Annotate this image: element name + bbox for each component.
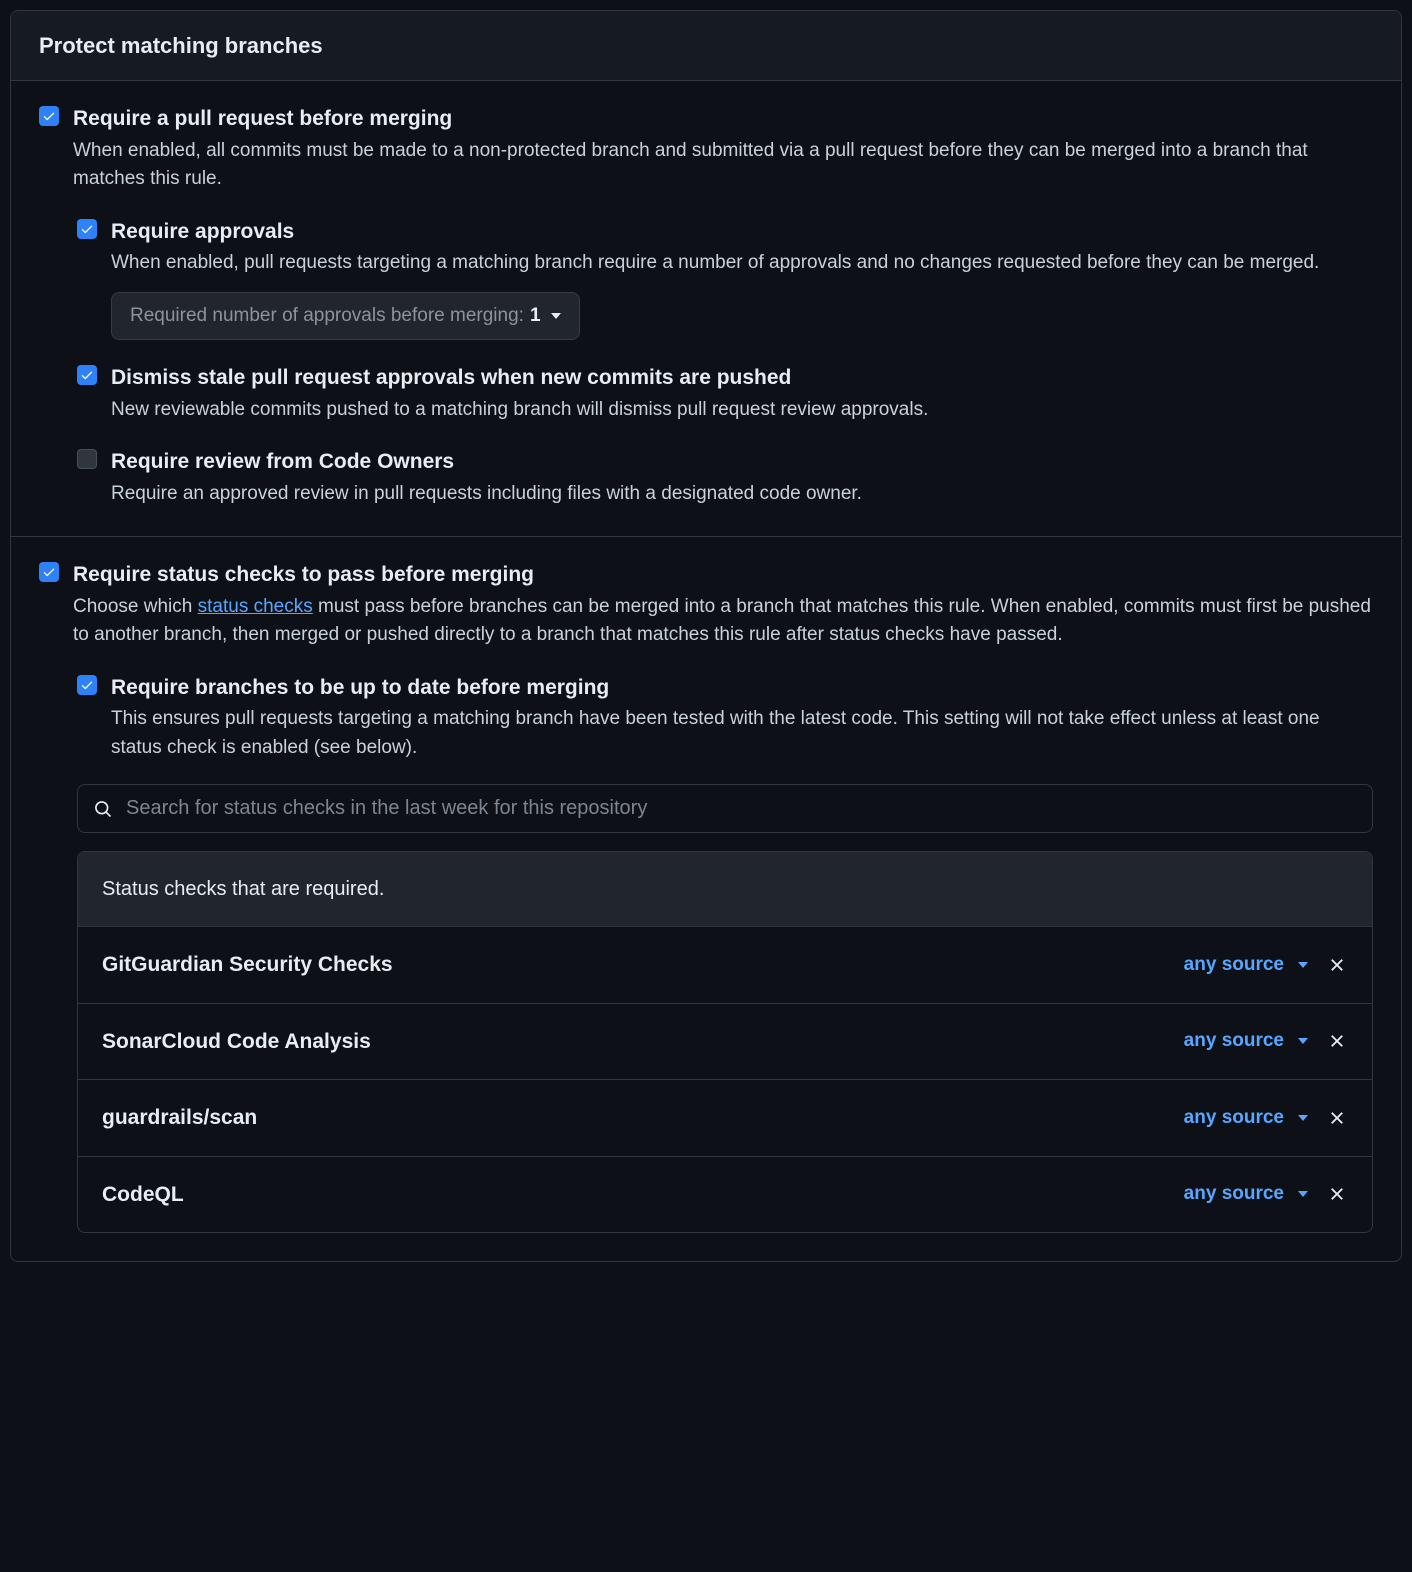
check-row: SonarCloud Code Analysis any source [78,1003,1372,1080]
caret-down-icon [1298,1115,1308,1121]
option-desc: Choose which status checks must pass bef… [73,593,1373,650]
check-row: GitGuardian Security Checks any source [78,926,1372,1003]
option-up-to-date: Require branches to be up to date before… [77,672,1373,763]
check-source-dropdown[interactable]: any source [1184,1180,1308,1209]
required-checks-header: Status checks that are required. [78,852,1372,926]
checkbox-require-approvals[interactable] [77,219,97,239]
check-source-dropdown[interactable]: any source [1184,1104,1308,1133]
caret-down-icon [1298,1191,1308,1197]
option-desc: When enabled, pull requests targeting a … [111,249,1373,278]
section-status-checks: Require status checks to pass before mer… [11,537,1401,1261]
check-name: guardrails/scan [102,1102,257,1134]
checkbox-dismiss-stale[interactable] [77,365,97,385]
section-require-pr: Require a pull request before merging Wh… [11,81,1401,537]
option-require-approvals: Require approvals When enabled, pull req… [77,216,1373,341]
close-icon [1328,956,1346,974]
remove-check-button[interactable] [1326,1030,1348,1052]
option-desc: When enabled, all commits must be made t… [73,137,1373,194]
search-icon [93,799,113,819]
option-desc: New reviewable commits pushed to a match… [111,396,1373,425]
option-title: Require review from Code Owners [111,446,1373,478]
close-icon [1328,1032,1346,1050]
option-title: Require branches to be up to date before… [111,672,1373,704]
option-desc: This ensures pull requests targeting a m… [111,705,1373,762]
status-checks-link[interactable]: status checks [198,596,313,617]
option-code-owners: Require review from Code Owners Require … [77,446,1373,508]
check-row: CodeQL any source [78,1156,1372,1233]
branch-protection-panel: Protect matching branches Require a pull… [10,10,1402,1262]
checkbox-require-pr[interactable] [39,106,59,126]
checkbox-up-to-date[interactable] [77,675,97,695]
checkbox-code-owners[interactable] [77,449,97,469]
panel-header: Protect matching branches [11,11,1401,81]
dropdown-value: 1 [530,302,541,331]
close-icon [1328,1109,1346,1127]
option-title: Require status checks to pass before mer… [73,559,1373,591]
dropdown-label: Required number of approvals before merg… [130,302,524,331]
close-icon [1328,1185,1346,1203]
check-name: SonarCloud Code Analysis [102,1026,371,1058]
checkbox-require-status-checks[interactable] [39,562,59,582]
check-name: GitGuardian Security Checks [102,949,393,981]
remove-check-button[interactable] [1326,954,1348,976]
option-require-pr: Require a pull request before merging Wh… [39,103,1373,194]
option-title: Require a pull request before merging [73,103,1373,135]
check-row: guardrails/scan any source [78,1079,1372,1156]
status-check-search-wrap [77,784,1373,833]
check-source-dropdown[interactable]: any source [1184,1027,1308,1056]
check-name: CodeQL [102,1179,184,1211]
remove-check-button[interactable] [1326,1107,1348,1129]
remove-check-button[interactable] [1326,1183,1348,1205]
check-source-dropdown[interactable]: any source [1184,951,1308,980]
option-require-status-checks: Require status checks to pass before mer… [39,559,1373,650]
option-desc: Require an approved review in pull reque… [111,480,1373,509]
option-title: Dismiss stale pull request approvals whe… [111,362,1373,394]
option-title: Require approvals [111,216,1373,248]
required-checks-box: Status checks that are required. GitGuar… [77,851,1373,1233]
caret-down-icon [551,313,561,319]
caret-down-icon [1298,1038,1308,1044]
option-dismiss-stale: Dismiss stale pull request approvals whe… [77,362,1373,424]
approvals-count-dropdown[interactable]: Required number of approvals before merg… [111,292,580,341]
status-check-search-input[interactable] [77,784,1373,833]
caret-down-icon [1298,962,1308,968]
